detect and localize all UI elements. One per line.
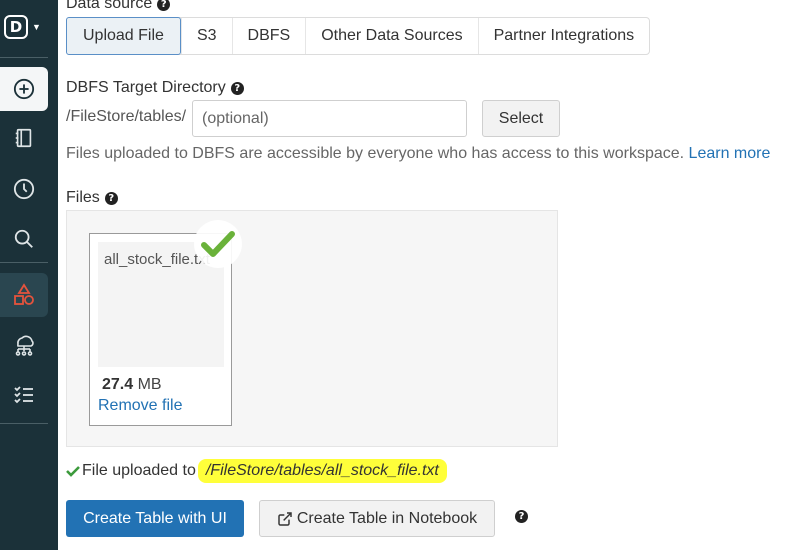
data-source-label: Data source ? bbox=[66, 0, 171, 13]
create-notebook-label: Create Table in Notebook bbox=[296, 509, 478, 527]
help-icon[interactable]: ? bbox=[157, 0, 171, 11]
help-icon[interactable]: ? bbox=[515, 510, 528, 523]
dbfs-target-directory-label: DBFS Target Directory ? bbox=[66, 79, 244, 97]
dbfs-access-note: Files uploaded to DBFS are accessible by… bbox=[66, 145, 770, 163]
workspace-logo: D bbox=[4, 15, 28, 39]
file-size-unit: MB bbox=[137, 376, 162, 393]
dbfs-note-text: Files uploaded to DBFS are accessible by… bbox=[66, 145, 685, 162]
search-icon bbox=[14, 229, 33, 248]
sidebar: D ▼ bbox=[0, 0, 58, 550]
sidebar-item-data[interactable] bbox=[0, 273, 48, 317]
jobs-list-icon bbox=[14, 386, 33, 404]
sidebar-divider bbox=[0, 423, 48, 424]
data-source-label-text: Data source bbox=[66, 0, 153, 12]
create-table-with-ui-button[interactable]: Create Table with UI bbox=[66, 500, 244, 537]
file-size-value: 27.4 bbox=[102, 376, 134, 393]
upload-success-badge bbox=[194, 220, 242, 268]
file-size: 27.4 MB bbox=[102, 376, 162, 394]
files-label: Files ? bbox=[66, 189, 118, 207]
sidebar-divider bbox=[0, 262, 48, 263]
upload-status: File uploaded to /FileStore/tables/all_s… bbox=[66, 459, 447, 483]
sidebar-item-recents[interactable] bbox=[0, 167, 48, 211]
upload-status-text: File uploaded to bbox=[82, 462, 196, 479]
file-card: all_stock_file.txt 27.4 MB Remove file bbox=[89, 220, 242, 426]
dbfs-label-text: DBFS Target Directory bbox=[66, 79, 226, 96]
sidebar-item-search[interactable] bbox=[0, 217, 48, 261]
sidebar-item-compute[interactable] bbox=[0, 323, 48, 367]
tab-other-data-sources[interactable]: Other Data Sources bbox=[305, 18, 477, 54]
caret-down-icon: ▼ bbox=[32, 22, 41, 32]
workspace-switcher[interactable]: D ▼ bbox=[4, 12, 48, 42]
dbfs-directory-input[interactable] bbox=[192, 100, 467, 137]
tab-upload-file[interactable]: Upload File bbox=[66, 17, 181, 55]
checkmark-icon bbox=[201, 231, 235, 257]
create-table-in-notebook-button[interactable]: Create Table in Notebook bbox=[259, 500, 495, 537]
help-icon[interactable]: ? bbox=[230, 81, 244, 95]
dbfs-path-prefix: /FileStore/tables/ bbox=[66, 108, 187, 125]
select-button[interactable]: Select bbox=[482, 100, 560, 137]
tab-s3[interactable]: S3 bbox=[180, 18, 232, 54]
file-dropzone[interactable]: all_stock_file.txt 27.4 MB Remove file bbox=[66, 210, 558, 447]
learn-more-link[interactable]: Learn more bbox=[689, 145, 771, 162]
notebook-icon bbox=[15, 128, 32, 148]
plus-circle-icon bbox=[13, 78, 35, 100]
cluster-icon bbox=[15, 335, 34, 356]
remove-file-link[interactable]: Remove file bbox=[98, 397, 182, 415]
sidebar-item-create[interactable] bbox=[0, 67, 48, 111]
files-label-text: Files bbox=[66, 189, 100, 206]
sidebar-divider bbox=[0, 57, 48, 58]
data-source-tabs: Upload File S3 DBFS Other Data Sources P… bbox=[66, 17, 651, 55]
tab-partner-integrations[interactable]: Partner Integrations bbox=[477, 18, 650, 54]
sidebar-item-workspace[interactable] bbox=[0, 116, 48, 160]
check-icon bbox=[66, 466, 80, 477]
clock-icon bbox=[13, 178, 35, 200]
create-table-panel: Data source ? Upload File S3 DBFS Other … bbox=[66, 0, 806, 550]
help-icon[interactable]: ? bbox=[104, 191, 118, 205]
uploaded-file-path: /FileStore/tables/all_stock_file.txt bbox=[197, 459, 447, 483]
sidebar-item-jobs[interactable] bbox=[0, 373, 48, 417]
tab-dbfs[interactable]: DBFS bbox=[231, 18, 306, 54]
shapes-icon bbox=[14, 283, 34, 305]
external-link-icon bbox=[278, 511, 292, 526]
